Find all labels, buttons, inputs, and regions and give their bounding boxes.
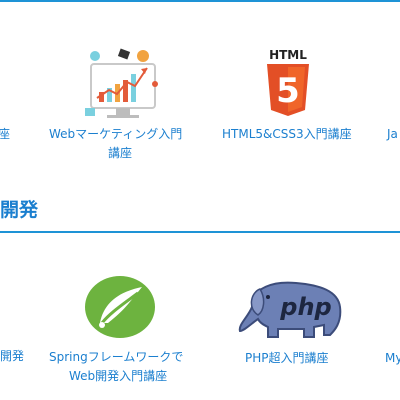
course-card-label: PHP超入門講座	[245, 351, 329, 365]
section-top-divider	[0, 0, 400, 2]
course-card-label-line2: 講座	[108, 146, 133, 160]
course-card-label: Ja	[387, 127, 398, 141]
course-card-partial-left[interactable]: 開発	[0, 345, 30, 370]
svg-text:5: 5	[276, 71, 300, 111]
section-heading: 開発	[0, 199, 39, 221]
course-card-label-line1: Springフレームワークで	[49, 350, 184, 364]
course-card-php[interactable]: php PHP超入門講座	[220, 270, 365, 370]
spring-leaf-logo-icon	[85, 276, 155, 338]
course-card-label-line1: Webマーケティング入門	[49, 127, 183, 141]
html5-logo-icon: HTML 5	[267, 48, 309, 116]
course-card-partial-left[interactable]: 座	[0, 120, 20, 150]
svg-text:php: php	[279, 293, 331, 321]
marketing-chart-icon	[85, 48, 158, 118]
course-card-partial-right[interactable]: My	[383, 345, 400, 370]
course-card-label: My	[385, 351, 400, 365]
course-card-html5-css3[interactable]: HTML 5 HTML5&CSS3入門講座	[215, 40, 370, 150]
php-elephant-icon: php	[238, 281, 342, 338]
course-card-label: HTML5&CSS3入門講座	[222, 127, 352, 141]
course-card-spring[interactable]: Springフレームワークで Web開発入門講座	[40, 270, 200, 390]
course-card-web-marketing[interactable]: Webマーケティング入門 講座	[40, 40, 200, 165]
course-card-label: 開発	[0, 349, 25, 363]
course-card-label: 座	[0, 127, 11, 141]
section-heading-divider	[0, 231, 400, 233]
svg-text:HTML: HTML	[269, 48, 307, 62]
course-card-label-line2: Web開発入門講座	[69, 369, 168, 383]
course-card-partial-right[interactable]: Ja	[385, 120, 400, 150]
